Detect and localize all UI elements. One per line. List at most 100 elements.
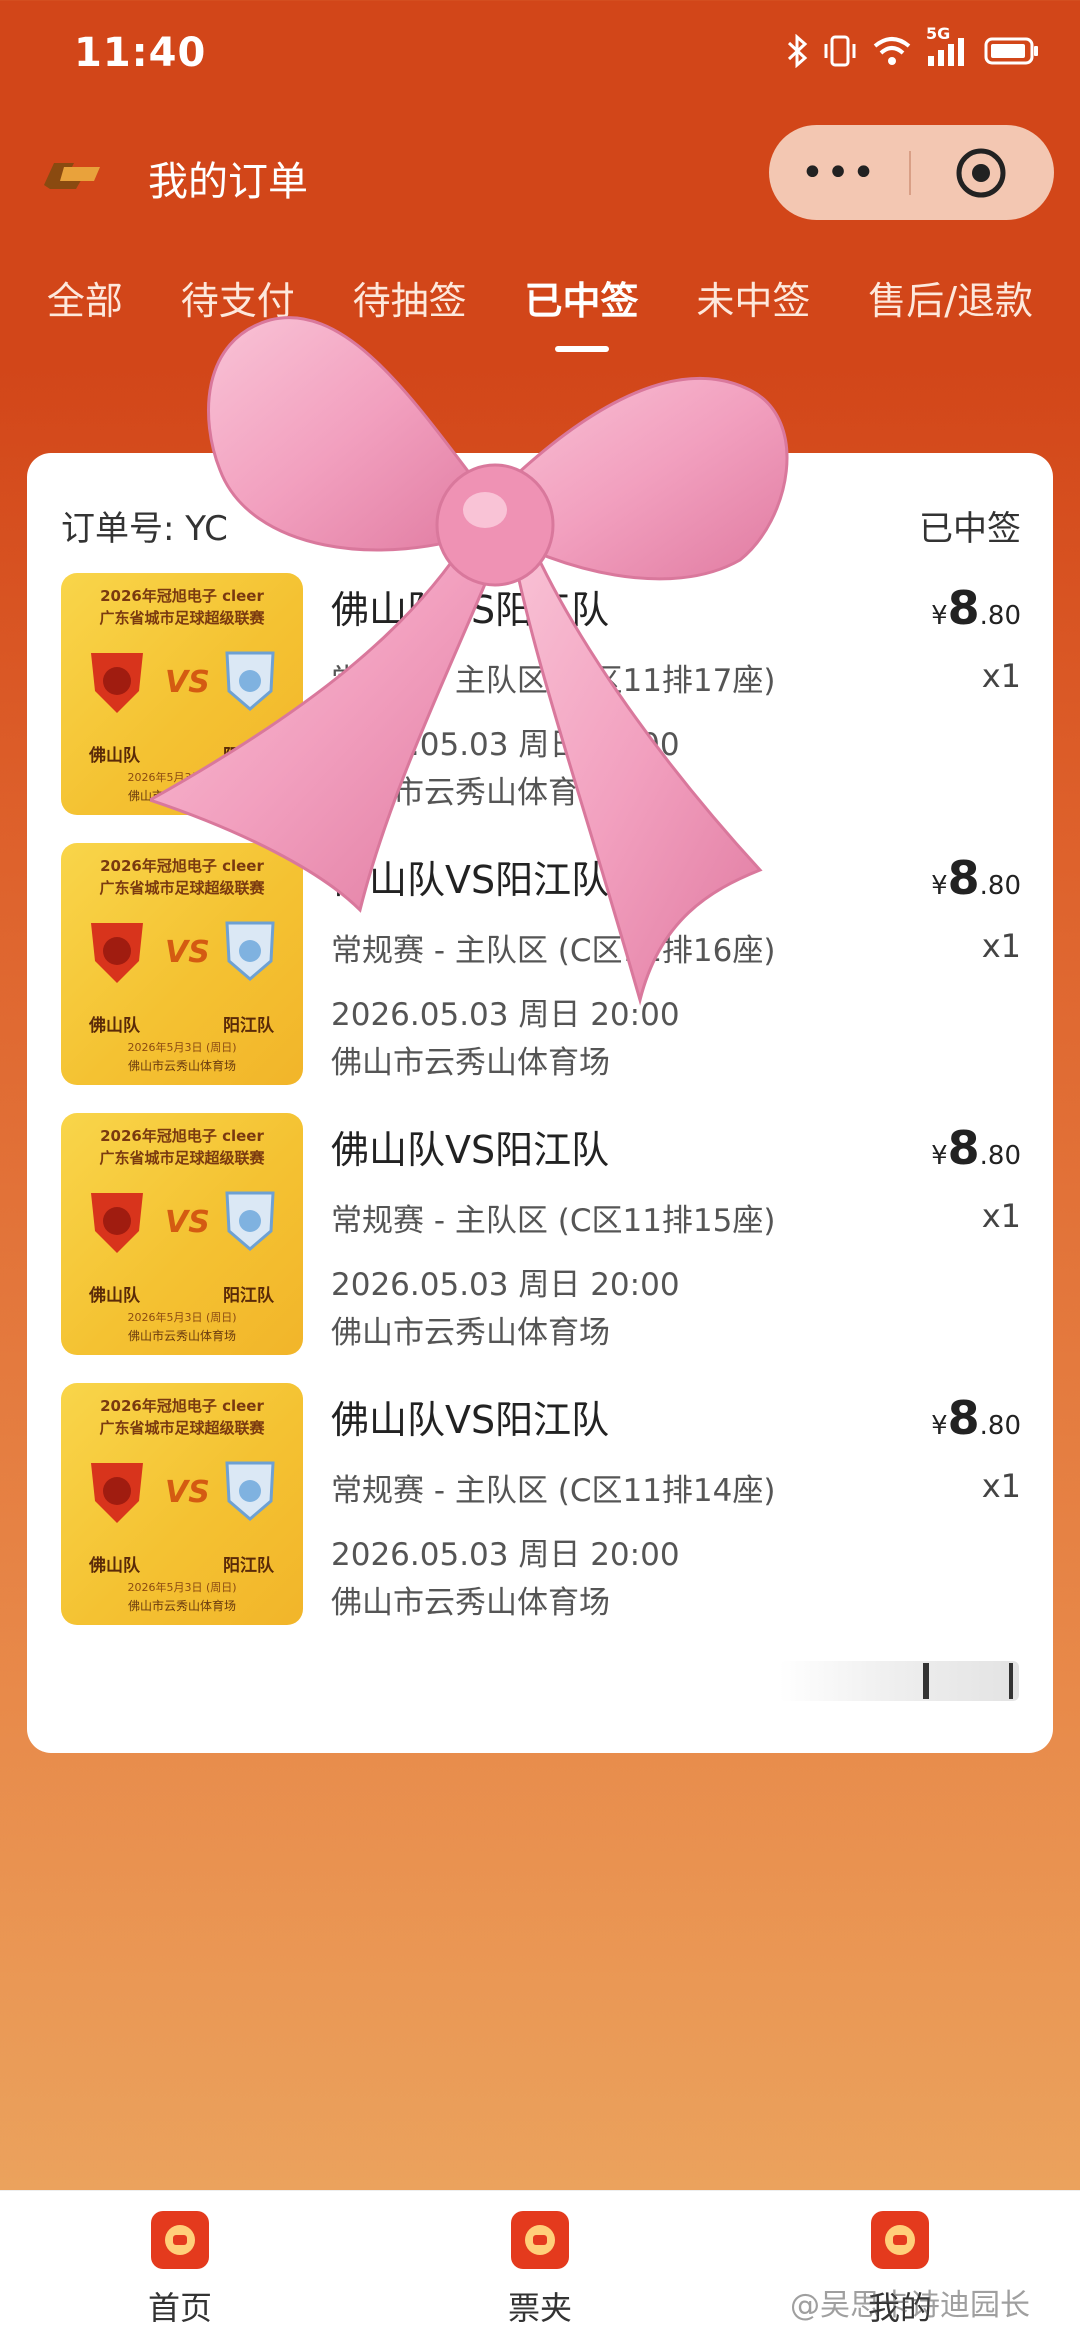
- away-team-crest-icon: [225, 921, 275, 981]
- order-header: 订单号: YC 已中签: [61, 501, 1021, 551]
- ticket-price: ¥8.80: [931, 581, 1021, 635]
- away-team-crest-icon: [225, 651, 275, 711]
- order-card[interactable]: 订单号: YC 已中签 2026年冠旭电子 cleer 广东省城市足球超级联赛 …: [27, 453, 1053, 1753]
- price-decimal: .80: [979, 1411, 1021, 1441]
- tabbar-ticket-wallet-label: 票夹: [507, 2289, 572, 2327]
- order-tabs: 全部 待支付 待抽签 已中签 未中签 售后/退款: [0, 270, 1080, 360]
- thumb-vs: VS: [165, 665, 210, 700]
- ticket-quantity: x1: [981, 1197, 1021, 1235]
- signal-icon: 5G: [926, 24, 970, 72]
- ticket-thumbnail: 2026年冠旭电子 cleer 广东省城市足球超级联赛 VS 佛山队 阳江队 2…: [61, 573, 303, 815]
- ticket-wallet-icon: [511, 2211, 569, 2269]
- seat-info: 常规赛 - 主队区 (C区11排16座): [331, 933, 776, 969]
- price-decimal: .80: [979, 871, 1021, 901]
- price-decimal: .80: [979, 1141, 1021, 1171]
- seat-info: 常规赛 - 主队区 (C区11排17座): [331, 663, 776, 699]
- thumb-venue: 佛山市云秀山体育场: [127, 1059, 236, 1073]
- thumb-date: 2026年5月3日 (周日): [127, 1041, 237, 1054]
- thumb-venue: 佛山市云秀山体育场: [127, 1599, 236, 1613]
- ticket-price: ¥8.80: [931, 1391, 1021, 1445]
- match-datetime: 2026.05.03 周日 20:00: [331, 727, 680, 763]
- thumb-date: 2026年5月3日 (周日): [127, 1581, 237, 1594]
- thumb-sponsor-line: 2026年冠旭电子 cleer: [100, 857, 264, 875]
- match-venue: 佛山市云秀山体育场: [331, 775, 610, 811]
- price-integer: 8: [947, 1391, 980, 1445]
- obscured-action-button[interactable]: [779, 1661, 1019, 1701]
- thumb-league-line: 广东省城市足球超级联赛: [99, 609, 265, 627]
- match-title: 佛山队VS阳江队: [331, 588, 610, 632]
- home-team-crest-icon: [91, 923, 143, 983]
- tab-pending-draw[interactable]: 待抽签: [353, 270, 467, 360]
- more-icon[interactable]: •••: [769, 150, 909, 196]
- network-type-label: 5G: [926, 24, 951, 43]
- status-bar: 11:40 5G: [0, 0, 1080, 120]
- tabbar-home-label: 首页: [147, 2289, 212, 2327]
- tabbar-home[interactable]: 首页: [100, 2211, 260, 2331]
- tabbar-ticket-wallet[interactable]: 票夹: [460, 2211, 620, 2331]
- match-title: 佛山队VS阳江队: [331, 1128, 610, 1172]
- tab-won[interactable]: 已中签: [525, 270, 639, 360]
- thumb-date: 2026年5月3日 (周日): [127, 1311, 237, 1324]
- ticket-thumbnail: 2026年冠旭电子 cleer 广东省城市足球超级联赛 VS 佛山队 阳江队 2…: [61, 843, 303, 1085]
- match-title: 佛山队VS阳江队: [331, 1398, 610, 1442]
- seat-info: 常规赛 - 主队区 (C区11排14座): [331, 1473, 776, 1509]
- thumb-sponsor-line: 2026年冠旭电子 cleer: [100, 1397, 264, 1415]
- order-number: 订单号: YC: [61, 509, 228, 549]
- order-status: 已中签: [919, 509, 1021, 549]
- thumb-league-line: 广东省城市足球超级联赛: [99, 1419, 265, 1437]
- match-title: 佛山队VS阳江队: [331, 858, 610, 902]
- ticket-item[interactable]: 2026年冠旭电子 cleer 广东省城市足球超级联赛 VS 佛山队 阳江队 2…: [61, 1113, 1021, 1363]
- thumb-venue: 佛山市云秀山体育场: [127, 789, 236, 803]
- thumb-league-line: 广东省城市足球超级联赛: [99, 879, 265, 897]
- match-venue: 佛山市云秀山体育场: [331, 1315, 610, 1351]
- ticket-item[interactable]: 2026年冠旭电子 cleer 广东省城市足球超级联赛 VS 佛山队 阳江队 2…: [61, 843, 1021, 1093]
- match-venue: 佛山市云秀山体育场: [331, 1045, 610, 1081]
- away-team-crest-icon: [225, 1461, 275, 1521]
- thumb-sponsor-line: 2026年冠旭电子 cleer: [100, 587, 264, 605]
- ticket-item[interactable]: 2026年冠旭电子 cleer 广东省城市足球超级联赛 VS 佛山队 阳江队 2…: [61, 573, 1021, 823]
- page-title: 我的订单: [148, 159, 308, 205]
- thumb-vs: VS: [165, 935, 210, 970]
- thumb-league-line: 广东省城市足球超级联赛: [99, 1149, 265, 1167]
- seat-info: 常规赛 - 主队区 (C区11排15座): [331, 1203, 776, 1239]
- price-integer: 8: [947, 851, 980, 905]
- thumb-date: 2026年5月3日 (周日): [127, 771, 237, 784]
- match-datetime: 2026.05.03 周日 20:00: [331, 1267, 680, 1303]
- price-decimal: .80: [979, 601, 1021, 631]
- price-integer: 8: [947, 1121, 980, 1175]
- thumb-away-team: 阳江队: [223, 1556, 274, 1576]
- thumb-away-team: 阳江队: [223, 1016, 274, 1036]
- home-lion-icon: [151, 2211, 209, 2269]
- thumb-home-team: 佛山队: [89, 1286, 140, 1306]
- battery-icon: [984, 34, 1040, 72]
- ticket-price: ¥8.80: [931, 1121, 1021, 1175]
- price-currency: ¥: [931, 871, 948, 901]
- watermark: @吴思卡诗迪园长: [790, 2288, 1030, 2323]
- ticket-price: ¥8.80: [931, 851, 1021, 905]
- price-currency: ¥: [931, 601, 948, 631]
- status-time: 11:40: [74, 30, 207, 76]
- price-currency: ¥: [931, 1141, 948, 1171]
- thumb-home-team: 佛山队: [89, 1016, 140, 1036]
- thumb-home-team: 佛山队: [89, 746, 140, 766]
- thumb-away-team: 阳江队: [223, 1286, 274, 1306]
- tab-pending-payment[interactable]: 待支付: [181, 270, 295, 360]
- ticket-quantity: x1: [981, 927, 1021, 965]
- ticket-thumbnail: 2026年冠旭电子 cleer 广东省城市足球超级联赛 VS 佛山队 阳江队 2…: [61, 1383, 303, 1625]
- profile-lion-icon: [871, 2211, 929, 2269]
- price-currency: ¥: [931, 1411, 948, 1441]
- status-icons: 5G: [786, 24, 1040, 72]
- thumb-vs: VS: [165, 1205, 210, 1240]
- thumb-away-team: 阳江队: [223, 746, 274, 766]
- match-datetime: 2026.05.03 周日 20:00: [331, 997, 680, 1033]
- home-team-crest-icon: [91, 653, 143, 713]
- tab-refund[interactable]: 售后/退款: [868, 270, 1033, 360]
- ticket-item[interactable]: 2026年冠旭电子 cleer 广东省城市足球超级联赛 VS 佛山队 阳江队 2…: [61, 1383, 1021, 1633]
- away-team-crest-icon: [225, 1191, 275, 1251]
- close-target-icon[interactable]: [911, 146, 1051, 200]
- ticket-quantity: x1: [981, 1467, 1021, 1505]
- tab-all[interactable]: 全部: [47, 270, 123, 360]
- home-team-crest-icon: [91, 1463, 143, 1523]
- price-integer: 8: [947, 581, 980, 635]
- tab-not-won[interactable]: 未中签: [696, 270, 810, 360]
